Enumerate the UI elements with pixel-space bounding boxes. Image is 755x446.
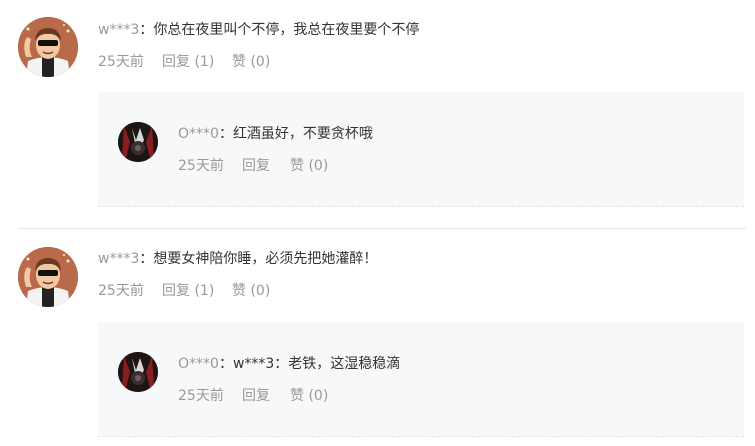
reply-reply-button[interactable]: 回复 — [242, 386, 290, 406]
comment-item: w***3：想要女神陪你睡，必须先把她灌醉！ 25天前 回复 (1) 赞 (0) O… — [0, 229, 755, 446]
cartoon-man-sunglasses-icon — [18, 247, 78, 307]
reply-user-avatar[interactable] — [118, 352, 158, 392]
like-button[interactable]: 赞 (0) — [232, 52, 270, 72]
reply-separator: ： — [218, 126, 233, 142]
comment-meta: 25天前 回复 (1) 赞 (0) — [98, 52, 270, 72]
reply-time: 25天前 — [178, 388, 224, 404]
comment-meta: 25天前 回复 (1) 赞 (0) — [98, 281, 270, 301]
reply-box: O***0：红酒虽好，不要贪杯哦 25天前 回复赞 (0) — [98, 92, 744, 207]
reply-meta: 25天前 回复赞 (0) — [178, 386, 328, 406]
reply-user-avatar[interactable] — [118, 122, 158, 162]
comment-username[interactable]: w***3 — [98, 251, 139, 267]
like-button[interactable]: 赞 (0) — [232, 281, 270, 301]
reply-content: w***3：老铁，这湿稳稳滴 — [232, 356, 401, 372]
cartoon-man-sunglasses-icon — [18, 17, 78, 77]
dark-photo-avatar-icon — [118, 122, 158, 162]
reply-text: O***0：w***3：老铁，这湿稳稳滴 — [178, 354, 400, 374]
reply-username[interactable]: O***0 — [178, 356, 219, 372]
user-avatar[interactable] — [18, 17, 78, 77]
comment-separator: ： — [139, 22, 154, 38]
reply-box: O***0：w***3：老铁，这湿稳稳滴 25天前 回复赞 (0) — [98, 322, 744, 437]
comment-separator: ： — [139, 251, 154, 267]
comment-item: w***3：你总在夜里叫个不停，我总在夜里要个不停 25天前 回复 (1) 赞 (0… — [0, 0, 755, 228]
comment-text: w***3：你总在夜里叫个不停，我总在夜里要个不停 — [98, 20, 419, 40]
reply-reply-button[interactable]: 回复 — [242, 156, 290, 176]
reply-like-button[interactable]: 赞 (0) — [290, 386, 328, 406]
reply-separator: ： — [218, 356, 233, 372]
reply-meta: 25天前 回复赞 (0) — [178, 156, 328, 176]
reply-like-button[interactable]: 赞 (0) — [290, 156, 328, 176]
reply-button[interactable]: 回复 (1) — [162, 281, 232, 301]
comment-content: 你总在夜里叫个不停，我总在夜里要个不停 — [153, 22, 420, 38]
user-avatar[interactable] — [18, 247, 78, 307]
reply-text: O***0：红酒虽好，不要贪杯哦 — [178, 124, 373, 144]
comment-time: 25天前 — [98, 283, 144, 299]
reply-content: 红酒虽好，不要贪杯哦 — [232, 126, 373, 142]
dark-photo-avatar-icon — [118, 352, 158, 392]
comment-content: 想要女神陪你睡，必须先把她灌醉！ — [153, 251, 378, 267]
reply-time: 25天前 — [178, 158, 224, 174]
reply-username[interactable]: O***0 — [178, 126, 219, 142]
comment-text: w***3：想要女神陪你睡，必须先把她灌醉！ — [98, 249, 377, 269]
reply-button[interactable]: 回复 (1) — [162, 52, 232, 72]
comment-time: 25天前 — [98, 54, 144, 70]
comment-username[interactable]: w***3 — [98, 22, 139, 38]
